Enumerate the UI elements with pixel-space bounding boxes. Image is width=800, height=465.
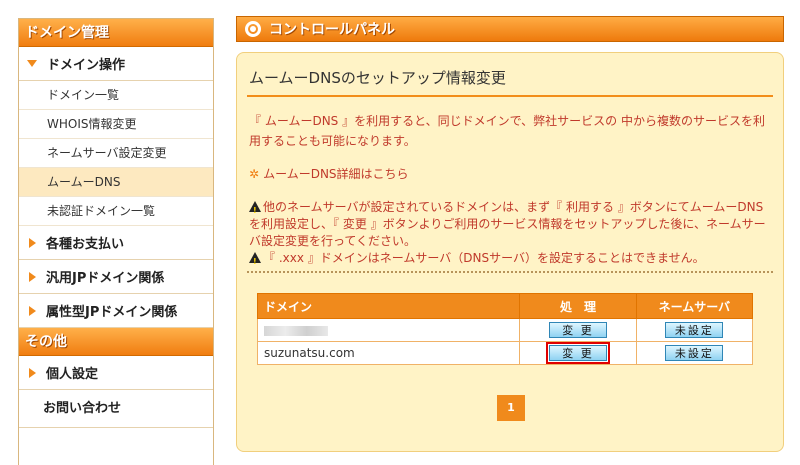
sidebar-section-label: 各種お支払い [46,237,125,252]
column-domain: ドメイン [256,293,521,319]
chevron-right-icon [29,271,36,282]
chevron-down-icon [27,60,37,67]
warning-icon [249,201,261,219]
sidebar-section-domain-operations[interactable]: ドメイン操作 [19,47,213,81]
page-title: ムームーDNSのセットアップ情報変更 [249,69,506,87]
sidebar-item-domain-list[interactable]: ドメイン一覧 [19,81,213,110]
domain-table: ドメイン 処 理 ネームサーバ 変 更 未設定 suzunatsu.com 変 … [256,293,754,365]
warning-line-2: 『 .xxx 』ドメインはネームサーバ（DNSサーバ）を設定することはできません… [249,250,775,270]
sidebar-item-nameserver[interactable]: ネームサーバ設定変更 [19,139,213,168]
sidebar-section-jp-domain[interactable]: 汎用JPドメイン関係 [19,260,213,294]
main-panel: ムームーDNSのセットアップ情報変更 『 ムームーDNS 』を利用すると、同じド… [236,52,784,452]
sidebar-section-payments[interactable]: 各種お支払い [19,226,213,260]
sidebar-section-label: ドメイン操作 [47,58,126,73]
change-button-highlighted[interactable]: 変 更 [545,342,610,364]
sidebar-section-label: 属性型JPドメイン関係 [46,305,178,320]
domain-cell [256,318,521,342]
unset-button[interactable]: 未設定 [665,345,724,361]
sidebar-section-personal[interactable]: 個人設定 [19,356,213,390]
sidebar-section-attr-jp[interactable]: 属性型JPドメイン関係 [19,294,213,328]
control-panel-title: コントロールパネル [269,22,395,38]
dotted-divider [247,271,773,273]
warning-text-2: 『 .xxx 』ドメインはネームサーバ（DNSサーバ）を設定することはできません… [263,251,705,265]
action-cell: 変 更 [519,318,637,342]
sidebar-section-label: 個人設定 [46,367,99,382]
warning-notes: 他のネームサーバが設定されているドメインは、まず『 利用する 』ボタンにてムーム… [249,199,775,270]
chevron-right-icon [29,237,36,248]
warning-icon [249,252,261,270]
sidebar-section-label: 汎用JPドメイン関係 [46,271,165,286]
chevron-right-icon [29,305,36,316]
warning-line-1: 他のネームサーバが設定されているドメインは、まず『 利用する 』ボタンにてムーム… [249,199,775,250]
control-panel-header: コントロールパネル [236,16,784,42]
sidebar-item-unverified[interactable]: 未認証ドメイン一覧 [19,197,213,226]
column-nameserver: ネームサーバ [635,293,754,319]
sidebar: ドメイン管理 ドメイン操作 ドメイン一覧 WHOIS情報変更 ネームサーバ設定変… [18,18,214,465]
sidebar-header-domain-management: ドメイン管理 [19,19,213,47]
gear-icon [245,21,261,37]
table-header-row: ドメイン 処 理 ネームサーバ [256,293,754,319]
warning-text-1: 他のネームサーバが設定されているドメインは、まず『 利用する 』ボタンにてムーム… [249,200,766,248]
column-action: 処 理 [519,293,637,319]
dns-details-link-label: ムームーDNS詳細はこちら [263,167,409,181]
pagination-page-1[interactable]: 1 [497,395,525,421]
table-row: 変 更 未設定 [256,318,754,342]
change-button[interactable]: 変 更 [548,322,607,338]
sparkle-icon: ✲ [249,166,260,181]
chevron-right-icon [29,367,36,378]
domain-cell: suzunatsu.com [256,341,521,365]
sidebar-item-muumuu-dns[interactable]: ムームーDNS [19,168,213,197]
title-divider [247,95,773,97]
nameserver-cell: 未設定 [635,318,754,342]
action-cell: 変 更 [519,341,637,365]
sidebar-item-contact[interactable]: お問い合わせ [19,390,213,428]
dns-details-link[interactable]: ✲ ムームーDNS詳細はこちら [249,165,409,182]
sidebar-item-whois[interactable]: WHOIS情報変更 [19,110,213,139]
redacted-domain [264,325,328,336]
unset-button[interactable]: 未設定 [665,322,724,338]
intro-text: 『 ムームーDNS 』を利用すると、同じドメインで、弊社サービスの 中から複数の… [249,114,765,148]
table-row: suzunatsu.com 変 更 未設定 [256,341,754,365]
nameserver-cell: 未設定 [635,341,754,365]
sidebar-header-other: その他 [19,328,213,356]
